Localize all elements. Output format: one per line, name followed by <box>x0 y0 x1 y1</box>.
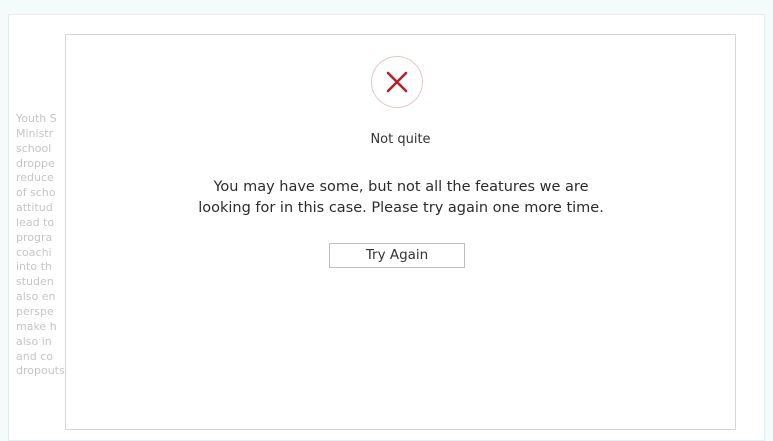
feedback-modal: Not quite You may have some, but not all… <box>65 34 736 430</box>
close-x-glyph <box>386 71 408 93</box>
modal-message-line-1: You may have some, but not all the featu… <box>213 179 589 195</box>
modal-message: You may have some, but not all the featu… <box>161 177 641 219</box>
modal-title: Not quite <box>370 132 431 147</box>
close-x-icon <box>371 56 423 108</box>
modal-message-line-2: looking for in this case. Please try aga… <box>198 200 604 216</box>
try-again-button[interactable]: Try Again <box>329 243 465 268</box>
page: Youth S Ministr school droppe reduce of … <box>0 0 773 441</box>
